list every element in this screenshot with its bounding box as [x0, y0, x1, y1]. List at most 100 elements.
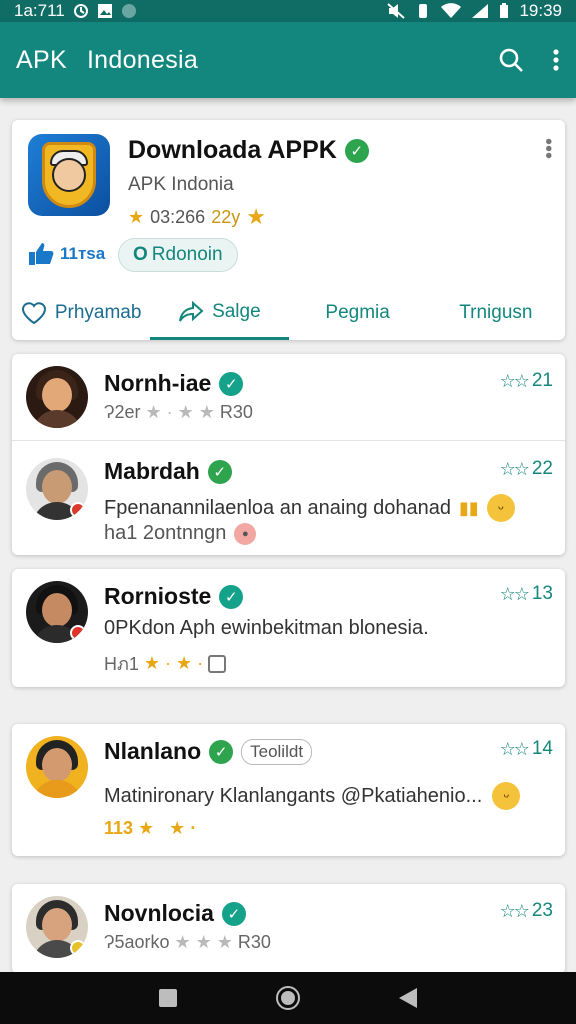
circle-notification-icon — [121, 4, 136, 18]
tab-favorite[interactable]: Prhyamab — [12, 286, 150, 340]
signal-icon — [472, 4, 489, 18]
star-outline-icon: ☆☆ — [499, 583, 530, 604]
card-more-icon[interactable]: ••• — [537, 138, 559, 159]
hands-icon: ▮▮ — [458, 497, 479, 518]
review-meta-end: R30 — [237, 932, 271, 952]
tab-page[interactable]: Pegmia — [289, 286, 427, 340]
battery-icon — [500, 3, 509, 18]
reviewer-name[interactable]: Nlanlano ✓ Teolildt — [104, 738, 313, 765]
review-count: 23 — [531, 900, 553, 921]
app-name-text: Downloada APPK — [128, 136, 337, 164]
review-card: Rornioste ✓ 0PKdon Aph ewinbekitman blon… — [12, 569, 565, 687]
star-icon: ★ · ★ · — [143, 653, 204, 673]
share-icon — [179, 300, 204, 322]
reviewer-name-text: Nlanlano — [104, 738, 202, 764]
review-meta: Ɂ5aorko ★ ★ ★ R30 — [104, 932, 271, 953]
avatar[interactable] — [26, 736, 88, 798]
app-icon — [28, 134, 110, 216]
review-meta: Hภ1 ★ · ★ · — [104, 649, 227, 678]
review-text: ha1 2ontnngn ● — [104, 522, 257, 545]
review-stars-count: ☆☆ 22 — [500, 458, 553, 480]
app-rating-year: 22y — [211, 206, 241, 227]
status-bar: 1a:711 19:39 — [0, 0, 576, 22]
verified-check-icon: ✓ — [221, 901, 246, 926]
verified-check-icon: ✓ — [344, 138, 369, 163]
grin-emoji-icon: ᵕ — [492, 782, 521, 810]
review-count: 22 — [531, 458, 553, 479]
thumbs-up-icon — [29, 243, 54, 265]
review-meta: Ɂ2er ★ · ★ ★ R30 — [104, 402, 253, 423]
star-icon: ★ — [246, 204, 266, 229]
back-icon[interactable] — [398, 987, 418, 1009]
app-bar: APK Indonesia — [0, 22, 576, 98]
app-bar-title-part1: APK — [16, 45, 67, 74]
verified-check-icon: ✓ — [209, 739, 234, 764]
reviewer-name-text: Rornioste — [104, 583, 212, 609]
app-rating-text: 03:266 — [150, 206, 206, 227]
avatar[interactable] — [26, 458, 88, 520]
category-chip[interactable]: O Rdonoin — [118, 238, 238, 272]
star-outline-icon: ☆☆ — [499, 370, 530, 391]
app-developer: APK Indonia — [128, 174, 234, 195]
review-text-line: Fpenanannilaenloa an anaing dohanad — [104, 496, 451, 519]
app-info-card: Downloada APPK ✓ APK Indonia ★ 03:266 22… — [12, 120, 565, 340]
likes-count: 11тsa — [60, 244, 106, 263]
tab-more-label: Trnigusn — [459, 302, 533, 323]
review-count: 14 — [531, 738, 553, 759]
app-bar-title: APK Indonesia — [16, 46, 218, 75]
image-notification-icon — [97, 4, 112, 18]
avatar[interactable] — [26, 896, 88, 958]
review-meta-text: 113 — [104, 818, 134, 838]
review-count: 21 — [531, 370, 553, 391]
review-meta-text: Hภ1 — [104, 654, 139, 674]
overflow-menu-icon[interactable] — [552, 48, 560, 72]
review-meta-end: R30 — [219, 402, 253, 422]
review-stars-count: ☆☆ 21 — [500, 370, 553, 392]
review-stars-count: ☆☆ 14 — [500, 738, 553, 760]
review-card: Nornh-iae ✓ Ɂ2er ★ · ★ ★ R30 ☆☆ 21 Mabrd… — [12, 354, 565, 555]
divider — [12, 440, 565, 441]
mute-icon — [387, 3, 406, 19]
reviewer-name[interactable]: Mabrdah ✓ — [104, 458, 232, 485]
review-count: 13 — [531, 583, 553, 604]
tab-more[interactable]: Trnigusn — [427, 286, 565, 340]
reviewer-name[interactable]: Novnlocia ✓ — [104, 900, 246, 927]
review-card: Nlanlano ✓ Teolildt Matinironary Klanlan… — [12, 724, 565, 856]
pig-emoji-icon: ● — [234, 522, 257, 545]
recents-icon[interactable] — [158, 988, 178, 1008]
reviewer-name[interactable]: Rornioste ✓ — [104, 583, 244, 610]
star-outline-icon: ☆☆ — [499, 738, 530, 759]
status-time-left: 1a:711 — [14, 1, 65, 20]
review-text: Fpenanannilaenloa an anaing dohanad ▮▮ ᵕ — [104, 494, 515, 522]
review-meta-text: Ɂ5aorko — [104, 932, 170, 952]
search-icon[interactable] — [498, 47, 524, 73]
sticker-icon — [208, 654, 227, 673]
tab-favorite-label: Prhyamab — [54, 302, 142, 323]
review-meta: 113 ★ ★ · — [104, 818, 196, 839]
avatar[interactable] — [26, 366, 88, 428]
home-icon[interactable] — [275, 985, 301, 1011]
chip-label: Rdonoin — [151, 244, 223, 265]
avatar[interactable] — [26, 581, 88, 643]
verified-check-icon: ✓ — [207, 459, 232, 484]
reviewer-name-text: Nornh-iae — [104, 370, 212, 396]
app-name: Downloada APPK ✓ — [128, 136, 369, 165]
likes[interactable]: 11тsa — [28, 242, 105, 266]
star-icon: ★ · ★ ★ — [145, 402, 215, 422]
review-meta-text: Ɂ2er — [104, 402, 141, 422]
reviewer-name-text: Mabrdah — [104, 458, 200, 484]
review-text: 0PKdon Aph ewinbekitman blonesia. — [104, 617, 429, 639]
wifi-icon — [441, 3, 462, 18]
review-text: Matinironary Klanlangants @Pkatiahenio..… — [104, 782, 521, 810]
star-outline-icon: ☆☆ — [499, 900, 530, 921]
status-time-right: 19:39 — [519, 1, 562, 20]
heart-icon — [21, 302, 46, 325]
reviewer-name[interactable]: Nornh-iae ✓ — [104, 370, 244, 397]
tab-share[interactable]: Salge — [150, 286, 289, 340]
chip-prefix: O — [133, 244, 148, 265]
star-icon: ★ ★ · — [138, 818, 197, 838]
grin-emoji-icon: ᵕ — [486, 494, 515, 522]
system-nav-bar — [0, 972, 576, 1024]
review-text-line: Matinironary Klanlangants @Pkatiahenio..… — [104, 784, 483, 807]
review-card: Novnlocia ✓ Ɂ5aorko ★ ★ ★ R30 ☆☆ 23 — [12, 884, 565, 974]
